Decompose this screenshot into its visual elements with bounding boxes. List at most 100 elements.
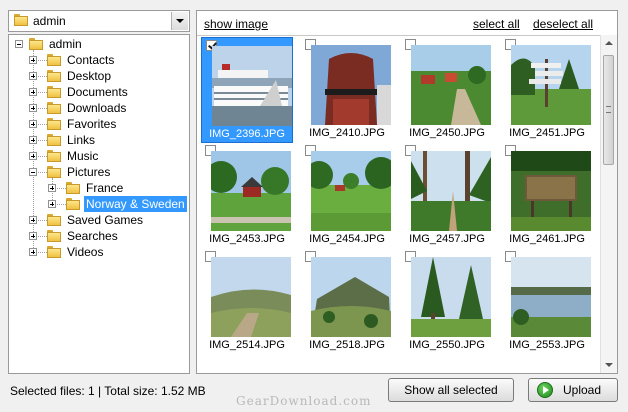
tree-item-desktop[interactable]: Desktop xyxy=(9,68,189,84)
thumbnail-filename: IMG_2396.JPG xyxy=(209,128,285,140)
collapse-icon[interactable] xyxy=(15,40,23,48)
thumbnail-item[interactable]: IMG_2550.JPG xyxy=(401,249,493,355)
tree-item-norway-sweden[interactable]: Norway & Sweden xyxy=(9,196,189,212)
thumbnail-item[interactable]: IMG_2518.JPG xyxy=(301,249,393,355)
tree-item-label: Pictures xyxy=(67,165,111,179)
thumbnail-filename: IMG_2461.JPG xyxy=(509,233,585,245)
thumbnail-item[interactable]: IMG_2553.JPG xyxy=(501,249,593,355)
folder-icon xyxy=(47,86,61,98)
folder-icon xyxy=(47,214,61,226)
expand-icon[interactable] xyxy=(29,216,37,224)
expand-icon[interactable] xyxy=(29,104,37,112)
photo-thumbnail[interactable] xyxy=(311,257,391,337)
collapse-icon[interactable] xyxy=(29,168,37,176)
folder-dropdown-value: admin xyxy=(33,14,66,28)
upload-icon xyxy=(537,382,553,398)
tree-item-documents[interactable]: Documents xyxy=(9,84,189,100)
show-image-link[interactable]: show image xyxy=(204,17,268,31)
expand-icon[interactable] xyxy=(29,152,37,160)
folder-icon xyxy=(66,198,80,210)
selection-status: Selected files: 1 | Total size: 1.52 MB xyxy=(10,384,206,398)
folder-icon xyxy=(47,166,61,178)
tree-item-label: Norway & Sweden xyxy=(84,196,187,212)
folder-dropdown[interactable]: admin xyxy=(8,10,190,32)
photo-thumbnail[interactable] xyxy=(211,257,291,337)
tree-root-admin[interactable]: admin xyxy=(9,36,189,52)
thumbnail-item[interactable]: IMG_2461.JPG xyxy=(501,143,593,249)
tree-item-label: Favorites xyxy=(67,117,117,131)
photo-thumbnail[interactable] xyxy=(411,257,491,337)
folder-icon xyxy=(66,182,80,194)
thumbnail-filename: IMG_2454.JPG xyxy=(309,233,385,245)
expand-icon[interactable] xyxy=(29,120,37,128)
photo-thumbnail[interactable] xyxy=(511,257,591,337)
thumbnail-filename: IMG_2450.JPG xyxy=(409,127,485,139)
expand-icon[interactable] xyxy=(29,232,37,240)
tree-item-label: Links xyxy=(67,133,96,147)
thumbnail-item[interactable]: IMG_2450.JPG xyxy=(401,37,493,143)
photo-thumbnail[interactable] xyxy=(411,151,491,231)
thumbnail-item[interactable]: IMG_2451.JPG xyxy=(501,37,593,143)
thumbnail-item[interactable]: IMG_2514.JPG xyxy=(201,249,293,355)
chevron-down-icon[interactable] xyxy=(171,12,188,30)
upload-button[interactable]: Upload xyxy=(528,378,618,402)
expand-icon[interactable] xyxy=(48,200,56,208)
tree-item-links[interactable]: Links xyxy=(9,132,189,148)
photo-thumbnail[interactable] xyxy=(311,45,391,125)
tree-item-label: Documents xyxy=(67,85,128,99)
folder-icon xyxy=(47,246,61,258)
thumbnail-filename: IMG_2453.JPG xyxy=(209,233,285,245)
tree-item-music[interactable]: Music xyxy=(9,148,189,164)
tree-item-label: Saved Games xyxy=(67,213,144,227)
tree-item-label: Searches xyxy=(67,229,118,243)
tree-item-label: Videos xyxy=(67,245,104,259)
thumbnail-item[interactable]: IMG_2457.JPG xyxy=(401,143,493,249)
scrollbar-thumb[interactable] xyxy=(603,55,614,165)
tree-item-searches[interactable]: Searches xyxy=(9,228,189,244)
folder-icon xyxy=(47,134,61,146)
watermark: GearDownload.com xyxy=(236,394,372,408)
thumbnail-item[interactable]: IMG_2453.JPG xyxy=(201,143,293,249)
photo-thumbnail[interactable] xyxy=(511,45,591,125)
tree-item-label: Downloads xyxy=(67,101,127,115)
tree-item-label: admin xyxy=(49,37,82,51)
photo-thumbnail[interactable] xyxy=(212,46,292,126)
expand-icon[interactable] xyxy=(48,184,56,192)
select-all-link[interactable]: select all xyxy=(473,17,520,31)
expand-icon[interactable] xyxy=(29,56,37,64)
thumbnail-filename: IMG_2550.JPG xyxy=(409,339,485,351)
photo-thumbnail[interactable] xyxy=(411,45,491,125)
vertical-scrollbar[interactable] xyxy=(600,35,617,373)
folder-icon xyxy=(29,38,43,50)
expand-icon[interactable] xyxy=(29,88,37,96)
thumbnail-item[interactable]: IMG_2396.JPG xyxy=(201,37,293,143)
photo-thumbnail[interactable] xyxy=(211,151,291,231)
photo-thumbnail[interactable] xyxy=(311,151,391,231)
show-all-selected-button[interactable]: Show all selected xyxy=(388,378,514,402)
tree-item-label: Music xyxy=(67,149,99,163)
tree-item-downloads[interactable]: Downloads xyxy=(9,100,189,116)
folder-icon xyxy=(47,150,61,162)
tree-item-france[interactable]: France xyxy=(9,180,189,196)
expand-icon[interactable] xyxy=(29,248,37,256)
expand-icon[interactable] xyxy=(29,136,37,144)
scroll-up-icon[interactable] xyxy=(605,41,613,45)
expand-icon[interactable] xyxy=(29,72,37,80)
scroll-down-icon[interactable] xyxy=(605,363,613,367)
photo-thumbnail[interactable] xyxy=(511,151,591,231)
thumbnail-item[interactable]: IMG_2454.JPG xyxy=(301,143,393,249)
upload-label: Upload xyxy=(562,383,602,397)
thumbnail-item[interactable]: IMG_2410.JPG xyxy=(301,37,393,143)
tree-item-saved-games[interactable]: Saved Games xyxy=(9,212,189,228)
folder-icon xyxy=(47,118,61,130)
deselect-all-link[interactable]: deselect all xyxy=(533,17,593,31)
thumbnail-filename: IMG_2451.JPG xyxy=(509,127,585,139)
tree-item-pictures[interactable]: Pictures xyxy=(9,164,189,180)
tree-item-videos[interactable]: Videos xyxy=(9,244,189,260)
folder-tree: admin Contacts Desktop Documents Downloads Fa… xyxy=(8,34,190,374)
tree-item-favorites[interactable]: Favorites xyxy=(9,116,189,132)
tree-item-label: Contacts xyxy=(67,53,115,67)
folder-icon xyxy=(47,230,61,242)
folder-icon xyxy=(47,102,61,114)
tree-item-contacts[interactable]: Contacts xyxy=(9,52,189,68)
